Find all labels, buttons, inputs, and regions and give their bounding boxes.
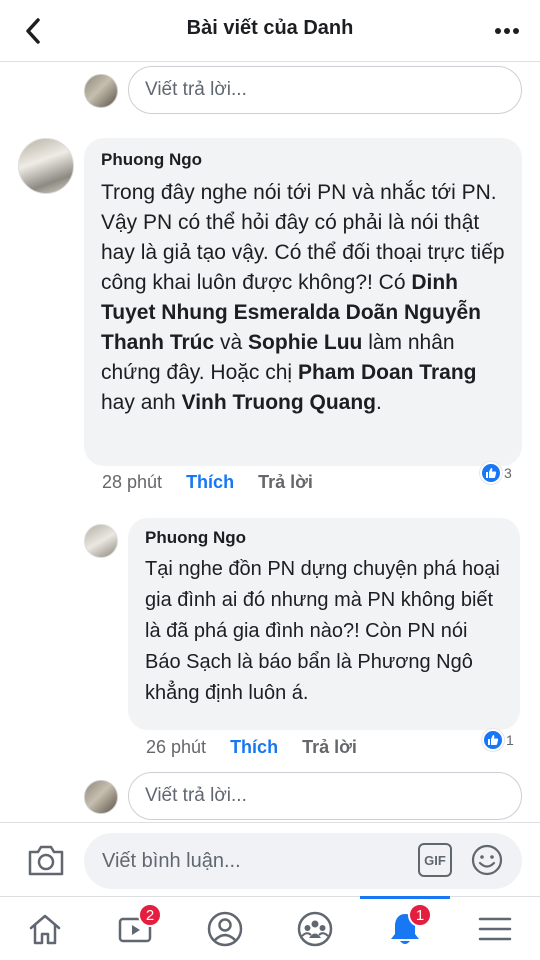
- tab-watch[interactable]: 2: [90, 897, 180, 960]
- comment-bubble: Phuong Ngo Trong đây nghe nói tới PN và …: [84, 138, 522, 466]
- home-icon: [29, 914, 61, 945]
- avatar[interactable]: [84, 524, 118, 558]
- mention-link[interactable]: Vinh Truong Quang: [182, 391, 376, 414]
- like-button[interactable]: Thích: [230, 737, 278, 758]
- emoji-button[interactable]: [470, 843, 504, 877]
- tab-profile[interactable]: [180, 897, 270, 960]
- reply-row-bottom: Viết trả lời...: [84, 772, 524, 820]
- mention-link[interactable]: Pham Doan Trang: [298, 361, 477, 384]
- thumbs-up-icon: [480, 462, 502, 484]
- reply-input[interactable]: Viết trả lời...: [128, 772, 522, 820]
- comment-text-part: và: [214, 331, 249, 354]
- comment-input[interactable]: Viết bình luận...: [84, 833, 522, 889]
- reply-row-top: Viết trả lời...: [84, 66, 524, 114]
- reply-button[interactable]: Trả lời: [258, 472, 313, 493]
- tab-notifications[interactable]: 1: [360, 896, 450, 960]
- thumbs-up-icon: [482, 729, 504, 751]
- hamburger-menu-icon: [478, 917, 512, 941]
- tab-groups[interactable]: [270, 897, 360, 960]
- page-title: Bài viết của Danh: [186, 17, 354, 39]
- comment-actions: 26 phút Thích Trả lời: [146, 735, 381, 759]
- comment-author[interactable]: Phuong Ngo: [145, 528, 504, 548]
- top-header: Bài viết của Danh: [0, 0, 540, 62]
- smiley-icon: [471, 844, 503, 876]
- tab-menu[interactable]: [450, 897, 540, 960]
- ellipsis-icon: [495, 28, 519, 34]
- reaction-count[interactable]: 3: [480, 462, 512, 484]
- notification-badge: 2: [138, 903, 162, 927]
- more-options-button[interactable]: [490, 14, 524, 48]
- reaction-count-label: 1: [506, 732, 514, 748]
- groups-icon: [297, 911, 333, 947]
- camera-icon: [28, 845, 64, 876]
- gif-button[interactable]: GIF: [418, 843, 452, 877]
- comment-text-part: Trong đây nghe nói tới PN và nhắc tới PN…: [101, 181, 497, 204]
- comment-bubble: Phuong Ngo Tại nghe đồn PN dựng chuyện p…: [128, 518, 520, 730]
- reply-input[interactable]: Viết trả lời...: [128, 66, 522, 114]
- comment-text: Trong đây nghe nói tới PN và nhắc tới PN…: [101, 178, 506, 418]
- avatar[interactable]: [18, 138, 74, 194]
- comment-author[interactable]: Phuong Ngo: [101, 150, 506, 170]
- like-button[interactable]: Thích: [186, 472, 234, 493]
- comment-timestamp: 26 phút: [146, 736, 207, 757]
- notification-badge: 1: [408, 903, 432, 927]
- camera-button[interactable]: [26, 843, 66, 877]
- comment-composer: Viết bình luận... GIF: [0, 822, 540, 896]
- avatar: [84, 74, 118, 108]
- comment-text-part: hay anh: [101, 391, 182, 414]
- reaction-count[interactable]: 1: [482, 729, 514, 751]
- comment-text: Tại nghe đồn PN dựng chuyện phá hoại gia…: [145, 558, 500, 704]
- avatar: [84, 780, 118, 814]
- mention-link[interactable]: Sophie Luu: [248, 331, 362, 354]
- bottom-tab-bar: 2 1: [0, 896, 540, 960]
- tab-home[interactable]: [0, 897, 90, 960]
- comment-text-part: .: [376, 391, 382, 414]
- profile-icon: [207, 911, 243, 947]
- comment-actions: 28 phút Thích Trả lời: [102, 470, 337, 494]
- comment-timestamp: 28 phút: [102, 471, 163, 492]
- reply-button[interactable]: Trả lời: [302, 737, 357, 758]
- reaction-count-label: 3: [504, 465, 512, 481]
